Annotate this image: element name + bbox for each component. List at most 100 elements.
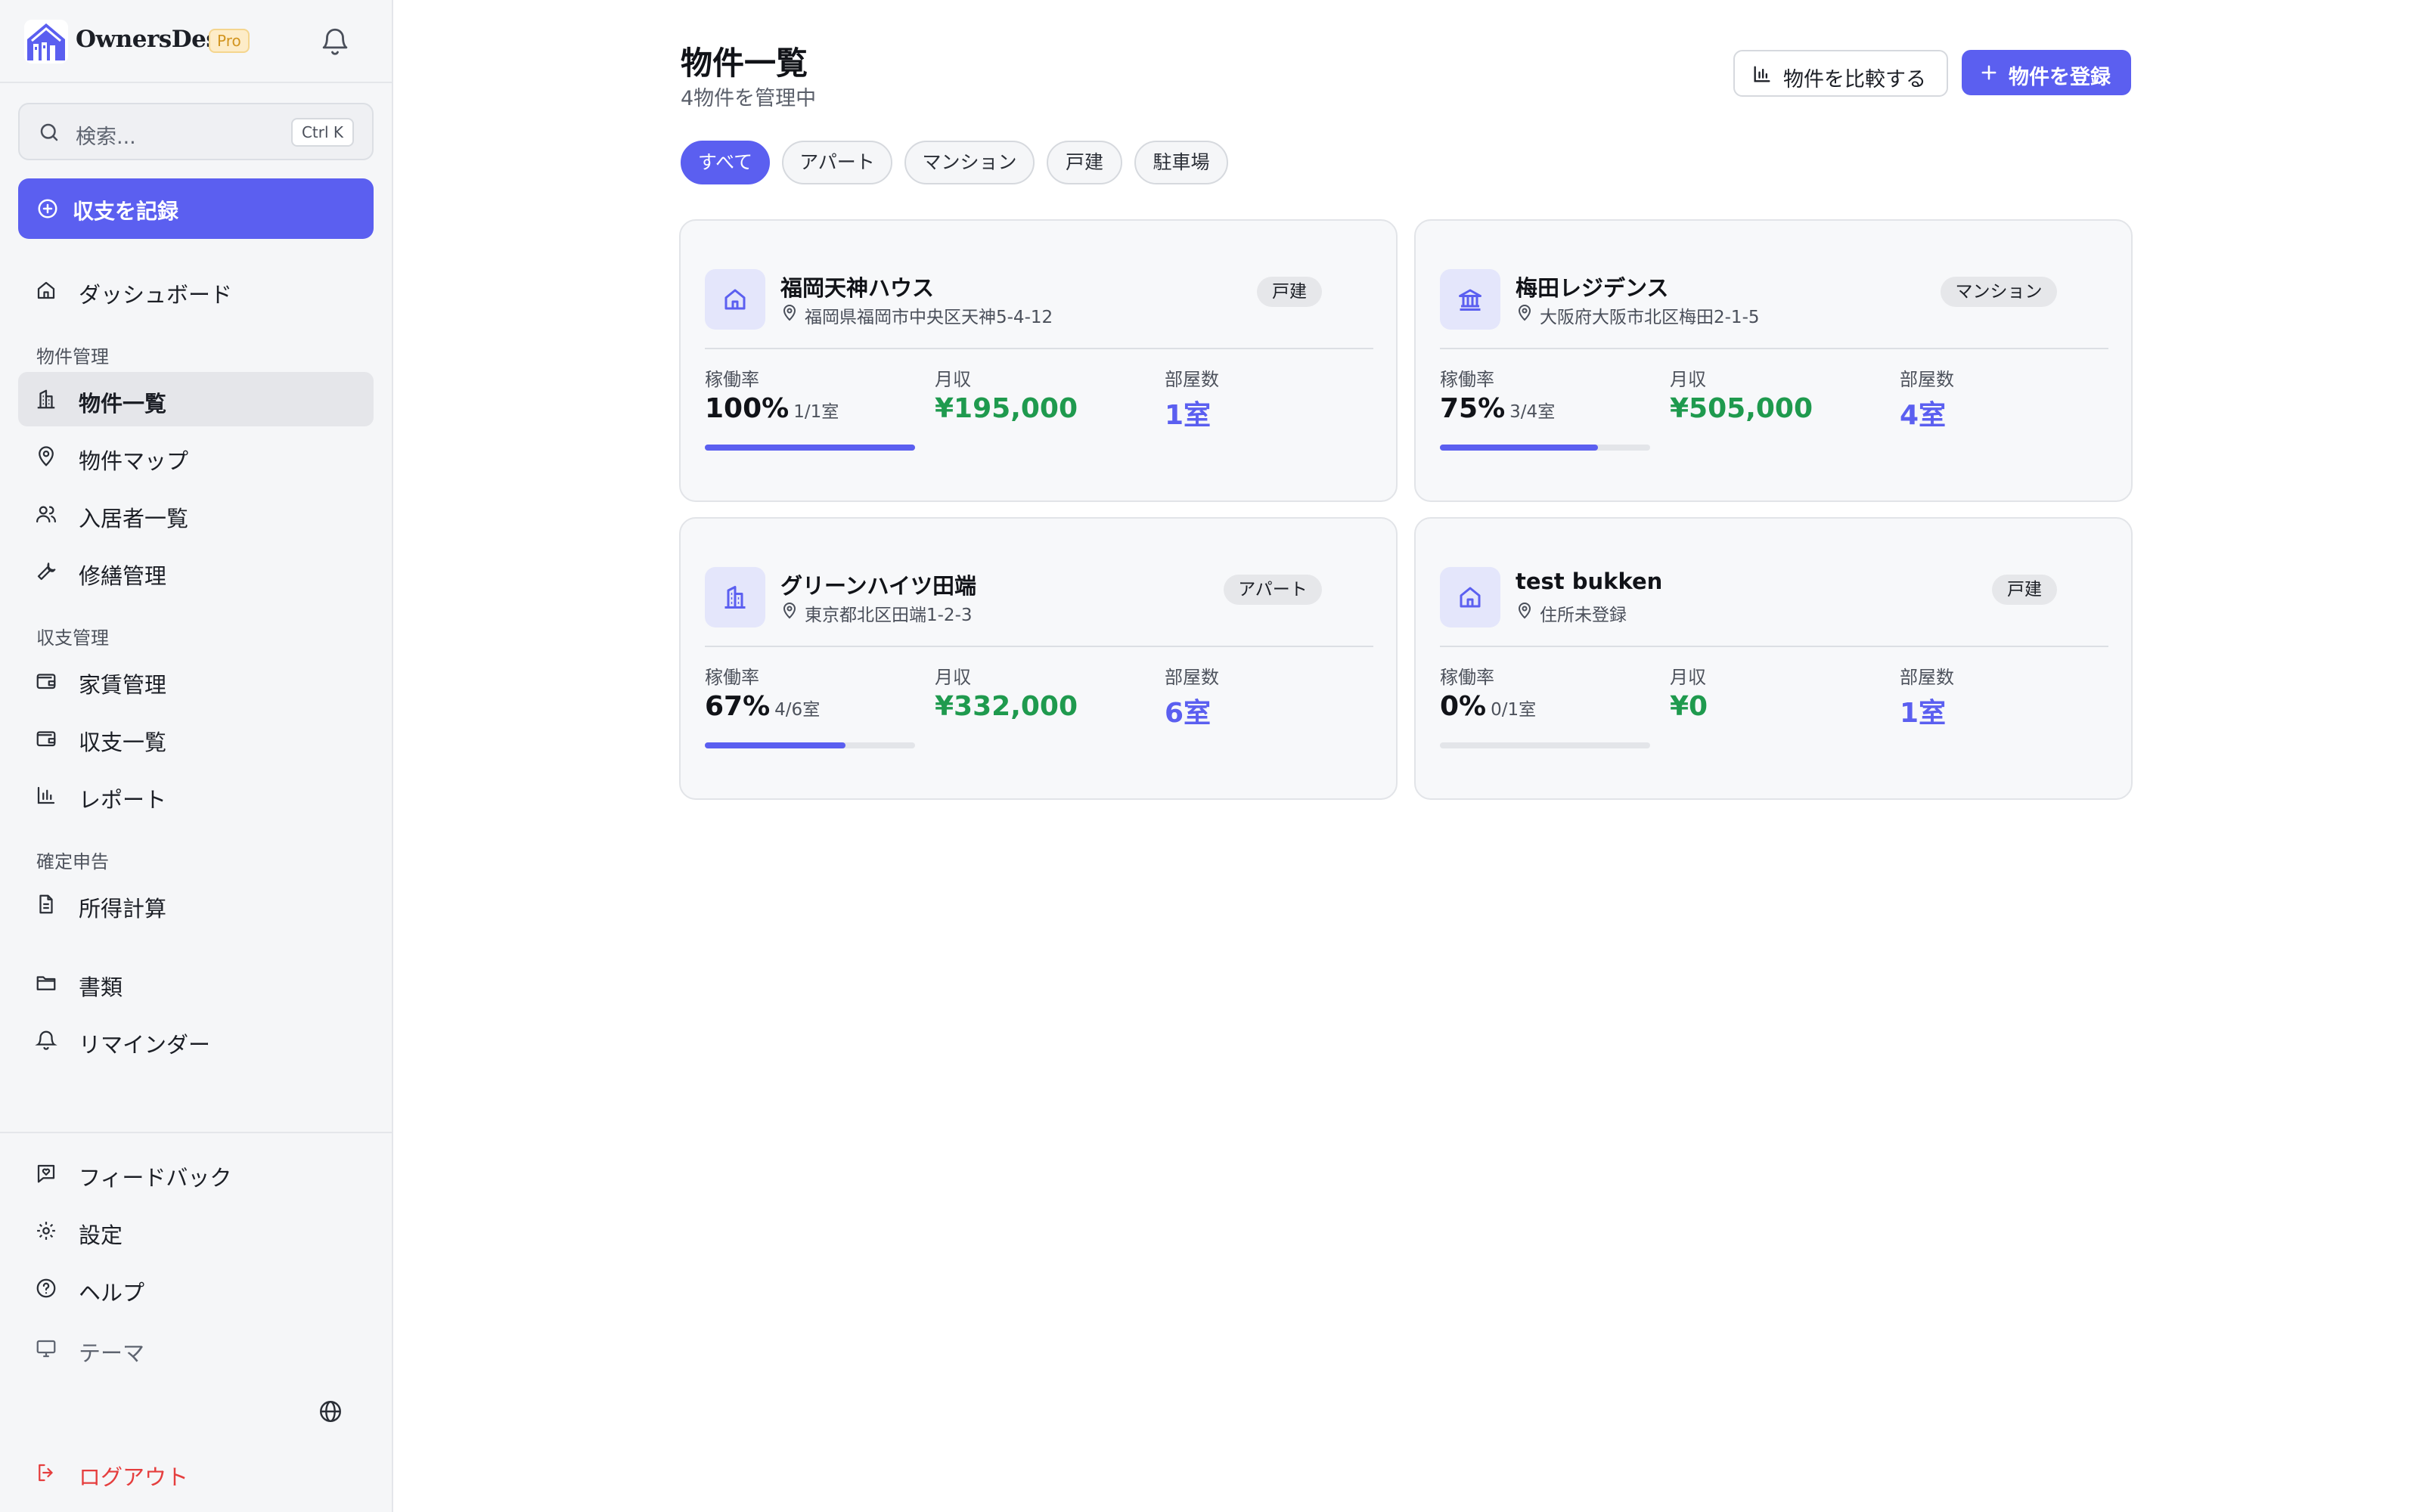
nav-help[interactable]: ヘルプ — [18, 1261, 374, 1315]
income-label: 月収 — [935, 369, 971, 390]
property-icon-box — [1440, 269, 1500, 330]
property-name: 福岡天神ハウス — [780, 275, 935, 301]
rooms-label: 部屋数 — [1165, 667, 1219, 688]
property-card[interactable]: 福岡天神ハウス 福岡県福岡市中央区天神5-4-12 戸建 稼働率 月収 部屋数 … — [679, 219, 1398, 502]
page-title: 物件一覧 — [681, 45, 808, 82]
record-button-label: 収支を記録 — [73, 199, 179, 224]
occupancy-value: 75% — [1440, 393, 1506, 424]
language-globe-icon[interactable] — [318, 1399, 343, 1424]
property-type-badge: 戸建 — [1257, 277, 1322, 307]
occupancy-bar — [705, 742, 915, 748]
property-type-badge: 戸建 — [1992, 575, 2057, 605]
building-icon — [37, 389, 55, 409]
map-pin-icon — [783, 603, 796, 619]
nav-transactions-label: 収支一覧 — [79, 730, 167, 755]
add-property-button[interactable]: 物件を登録 — [1962, 50, 2131, 95]
occupancy-bar — [1440, 445, 1650, 451]
nav-property-map-label: 物件マップ — [79, 448, 189, 474]
file-text-icon — [39, 894, 53, 914]
nav-dashboard-label: ダッシュボード — [79, 282, 233, 308]
filter-chip-all[interactable]: すべて — [681, 141, 770, 184]
nav-settings-label: 設定 — [79, 1222, 123, 1248]
bar-chart-icon — [37, 786, 55, 804]
nav-logout[interactable]: ログアウト — [18, 1445, 374, 1500]
occupancy-bar — [705, 445, 915, 451]
nav-property-map[interactable]: 物件マップ — [18, 429, 374, 484]
section-property: 物件管理 — [36, 346, 109, 367]
home-icon — [37, 281, 55, 299]
monthly-income: ¥0 — [1670, 691, 1708, 722]
nav-repairs-label: 修繕管理 — [79, 563, 167, 589]
map-pin-icon — [783, 305, 796, 321]
property-address: 大阪府大阪市北区梅田2-1-5 — [1540, 308, 1760, 327]
search-shortcut: Ctrl K — [290, 118, 354, 147]
occupancy-detail: 0/1室 — [1491, 700, 1537, 720]
property-card[interactable]: test bukken 住所未登録 戸建 稼働率 月収 部屋数 0% 0/1室 ¥… — [1414, 517, 2133, 800]
property-icon-box — [705, 269, 765, 330]
nav-reminders[interactable]: リマインダー — [18, 1013, 374, 1067]
house-icon — [724, 289, 746, 310]
nav-repairs[interactable]: 修繕管理 — [18, 544, 374, 599]
occupancy-detail: 4/6室 — [774, 700, 821, 720]
bell-icon — [35, 1030, 57, 1050]
nav-rent[interactable]: 家賃管理 — [18, 653, 374, 708]
add-button-label: 物件を登録 — [2009, 66, 2111, 89]
nav-reports-label: レポート — [79, 787, 167, 813]
room-count: 1室 — [1900, 698, 1947, 729]
brand-logo-icon[interactable] — [24, 20, 68, 64]
gear-icon — [37, 1222, 55, 1240]
property-type-badge: マンション — [1941, 277, 2057, 307]
rooms-label: 部屋数 — [1165, 369, 1219, 390]
nav-documents[interactable]: 書類 — [18, 956, 374, 1010]
occupancy-bar — [1440, 742, 1650, 748]
nav-theme[interactable]: テーマ — [18, 1321, 374, 1376]
filter-chip-mansion[interactable]: マンション — [904, 141, 1035, 184]
property-type-badge: アパート — [1224, 575, 1322, 605]
plus-circle-icon — [38, 199, 57, 218]
folder-icon — [36, 976, 56, 990]
filter-chip-apartment[interactable]: アパート — [782, 141, 892, 184]
occupancy-bar-fill — [705, 445, 915, 451]
room-count: 6室 — [1165, 698, 1212, 729]
nav-feedback[interactable]: フィードバック — [18, 1146, 374, 1201]
property-card[interactable]: グリーンハイツ田端 東京都北区田端1-2-3 アパート 稼働率 月収 部屋数 6… — [679, 517, 1398, 800]
property-card[interactable]: 梅田レジデンス 大阪府大阪市北区梅田2-1-5 マンション 稼働率 月収 部屋数… — [1414, 219, 2133, 502]
record-transaction-button[interactable]: 収支を記録 — [18, 178, 374, 239]
filter-chip-parking[interactable]: 駐車場 — [1134, 141, 1228, 184]
nav-reminders-label: リマインダー — [79, 1032, 211, 1058]
card-divider — [1440, 646, 2108, 647]
page-subtitle: 4物件を管理中 — [681, 87, 817, 110]
map-pin-icon — [1518, 603, 1531, 619]
occupancy-label: 稼働率 — [1440, 667, 1494, 688]
help-circle-icon — [36, 1278, 56, 1298]
notification-bell-icon[interactable] — [319, 26, 351, 57]
nav-reports[interactable]: レポート — [18, 768, 374, 823]
nav-income-calc[interactable]: 所得計算 — [18, 877, 374, 931]
occupancy-value: 100% — [705, 393, 790, 424]
nav-transactions[interactable]: 収支一覧 — [18, 711, 374, 765]
occupancy-detail: 1/1室 — [793, 402, 839, 422]
card-divider — [705, 646, 1373, 647]
compare-properties-button[interactable]: 物件を比較する — [1733, 50, 1948, 97]
filter-chip-house[interactable]: 戸建 — [1047, 141, 1122, 184]
occupancy-detail: 3/4室 — [1509, 402, 1556, 422]
wallet-icon — [36, 731, 56, 747]
income-label: 月収 — [935, 667, 971, 688]
nav-dashboard[interactable]: ダッシュボード — [18, 263, 374, 318]
income-label: 月収 — [1670, 667, 1706, 688]
nav-settings[interactable]: 設定 — [18, 1204, 374, 1258]
room-count: 1室 — [1165, 400, 1212, 431]
nav-theme-label: テーマ — [79, 1340, 145, 1366]
section-tax: 確定申告 — [36, 851, 109, 872]
nav-tenants-label: 入居者一覧 — [79, 506, 189, 531]
occupancy-rate: 75% 3/4室 — [1440, 393, 1555, 424]
nav-property-list[interactable]: 物件一覧 — [18, 372, 374, 426]
monthly-income: ¥505,000 — [1670, 393, 1813, 424]
property-address: 東京都北区田端1-2-3 — [805, 606, 973, 625]
search-placeholder: 検索... — [76, 125, 136, 149]
users-icon — [36, 506, 56, 523]
nav-tenants[interactable]: 入居者一覧 — [18, 487, 374, 541]
occupancy-rate: 67% 4/6室 — [705, 691, 820, 722]
occupancy-rate: 0% 0/1室 — [1440, 691, 1536, 722]
search-input[interactable]: 検索... Ctrl K — [18, 103, 374, 160]
